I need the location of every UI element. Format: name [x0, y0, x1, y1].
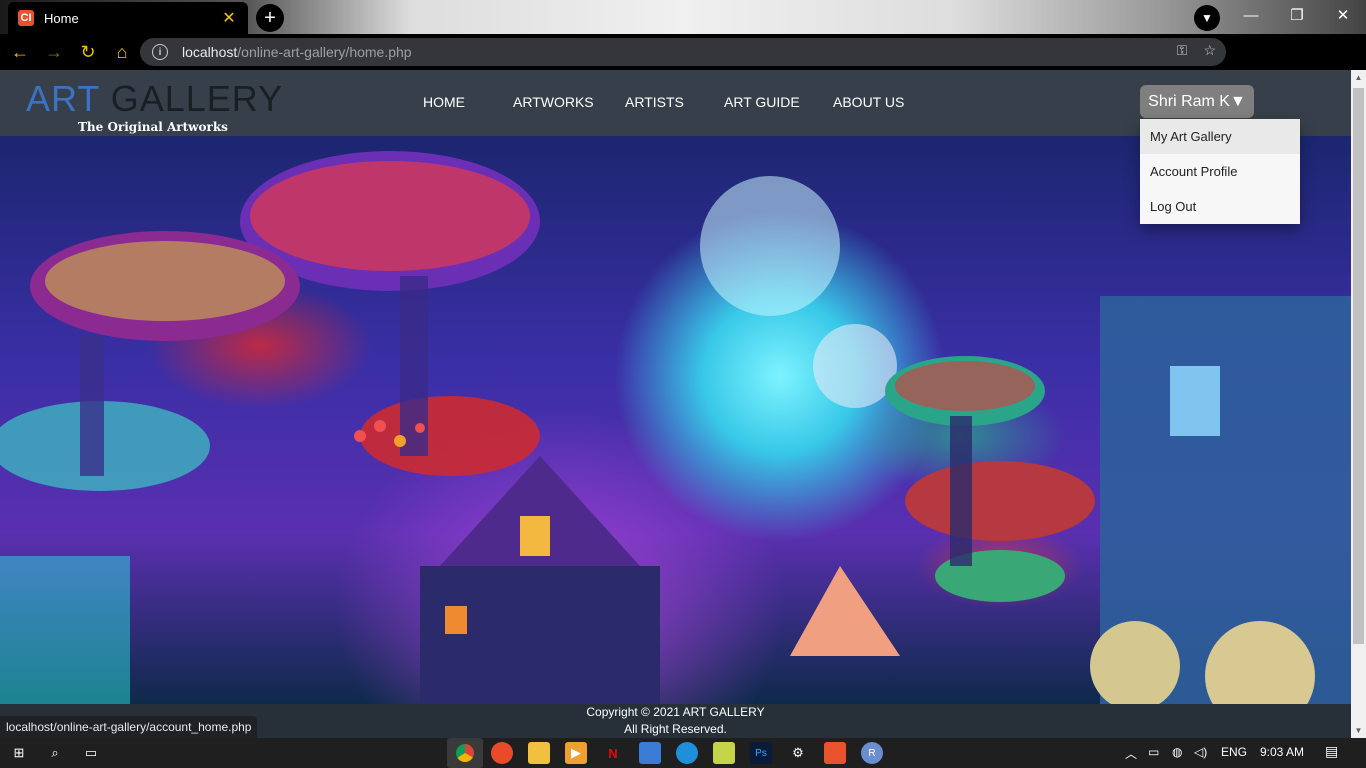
scroll-up-icon[interactable]: ▲: [1351, 70, 1366, 85]
site-favicon-icon: CI: [18, 10, 34, 26]
site-logo[interactable]: ART GALLERY The Original Artworks: [26, 78, 284, 134]
new-tab-button[interactable]: +: [256, 4, 284, 32]
tray-chevron-icon[interactable]: ︿: [1125, 745, 1137, 762]
link-status-bubble: localhost/online-art-gallery/account_hom…: [0, 716, 258, 738]
language-indicator[interactable]: ENG: [1221, 745, 1247, 759]
search-icon[interactable]: ⌕: [44, 742, 66, 764]
logo-tagline: The Original Artworks: [78, 120, 228, 134]
user-menu-button[interactable]: Shri Ram K▼: [1140, 85, 1254, 118]
tab-title: Home: [44, 10, 79, 26]
clock-time[interactable]: 9:03 AM: [1260, 745, 1304, 759]
key-icon[interactable]: ⚿: [1177, 42, 1188, 59]
url-host: localhost: [182, 44, 238, 60]
dropdown-log-out[interactable]: Log Out: [1140, 189, 1300, 224]
nav-artists[interactable]: ARTISTS: [625, 94, 684, 110]
tab-search-icon[interactable]: ▼: [1194, 5, 1220, 31]
notepad-icon[interactable]: [713, 742, 735, 764]
browser-tab-home[interactable]: CI Home ✕: [8, 2, 248, 34]
tab-strip: CI Home ✕ + ▼ — ❐ ✕: [0, 0, 1366, 34]
scrollbar-thumb[interactable]: [1353, 88, 1364, 644]
scroll-down-icon[interactable]: ▼: [1351, 723, 1366, 738]
photoshop-icon[interactable]: Ps: [750, 742, 772, 764]
netflix-icon[interactable]: N: [602, 742, 624, 764]
network-globe-icon[interactable]: ◍: [1172, 745, 1182, 759]
reload-icon[interactable]: ↻: [74, 38, 102, 66]
nav-artworks[interactable]: ARTWORKS: [513, 94, 594, 110]
dropdown-account-profile[interactable]: Account Profile: [1140, 154, 1300, 189]
nav-art-guide[interactable]: ART GUIDE: [724, 94, 800, 110]
word-taskbar-icon[interactable]: [639, 742, 661, 764]
bookmark-star-icon[interactable]: ☆: [1203, 42, 1216, 59]
chrome-taskbar-icon[interactable]: [447, 738, 483, 768]
address-bar[interactable]: i localhost/online-art-gallery/home.php …: [140, 38, 1226, 66]
forward-icon[interactable]: →: [40, 38, 68, 66]
minimize-button[interactable]: —: [1228, 4, 1274, 28]
web-page: ART GALLERY The Original Artworks HOME A…: [0, 70, 1351, 738]
r-app-icon[interactable]: R: [861, 742, 883, 764]
codeigniter-taskbar-icon[interactable]: [824, 742, 846, 764]
edge-taskbar-icon[interactable]: [676, 742, 698, 764]
brave-taskbar-icon[interactable]: [491, 742, 513, 764]
close-window-button[interactable]: ✕: [1320, 4, 1366, 28]
home-icon[interactable]: ⌂: [108, 38, 136, 66]
task-view-icon[interactable]: ▭: [80, 742, 102, 764]
notification-center-icon[interactable]: ▤: [1325, 743, 1338, 760]
file-explorer-icon[interactable]: [528, 742, 550, 764]
site-header: ART GALLERY The Original Artworks HOME A…: [0, 70, 1351, 224]
browser-toolbar: ← → ↻ ⌂ i localhost/online-art-gallery/h…: [0, 34, 1366, 98]
logo-gallery-text: GALLERY: [99, 78, 284, 119]
url-path: /online-art-gallery/home.php: [237, 44, 412, 60]
windows-start-icon[interactable]: ⊞: [8, 742, 30, 764]
site-info-icon[interactable]: i: [152, 44, 168, 60]
close-tab-icon[interactable]: ✕: [220, 8, 238, 28]
user-dropdown-menu: My Art Gallery Account Profile Log Out: [1140, 119, 1300, 224]
settings-gear-icon[interactable]: ⚙: [787, 742, 809, 764]
dropdown-my-art-gallery[interactable]: My Art Gallery: [1140, 119, 1300, 154]
media-player-icon[interactable]: ▶: [565, 742, 587, 764]
battery-icon[interactable]: ▭: [1148, 745, 1159, 759]
nav-home[interactable]: HOME: [423, 94, 465, 110]
back-icon[interactable]: ←: [6, 38, 34, 66]
maximize-button[interactable]: ❐: [1274, 4, 1320, 28]
nav-about-us[interactable]: ABOUT US: [833, 94, 904, 110]
windows-taskbar: ⊞ ⌕ ▭ ▶ N Ps ⚙ R ︿ ▭ ◍ ◁) ENG 9:03 AM ▤: [0, 738, 1366, 768]
logo-art-text: ART: [26, 78, 100, 119]
vertical-scrollbar[interactable]: ▲ ▼: [1351, 70, 1366, 738]
volume-icon[interactable]: ◁): [1194, 745, 1207, 759]
